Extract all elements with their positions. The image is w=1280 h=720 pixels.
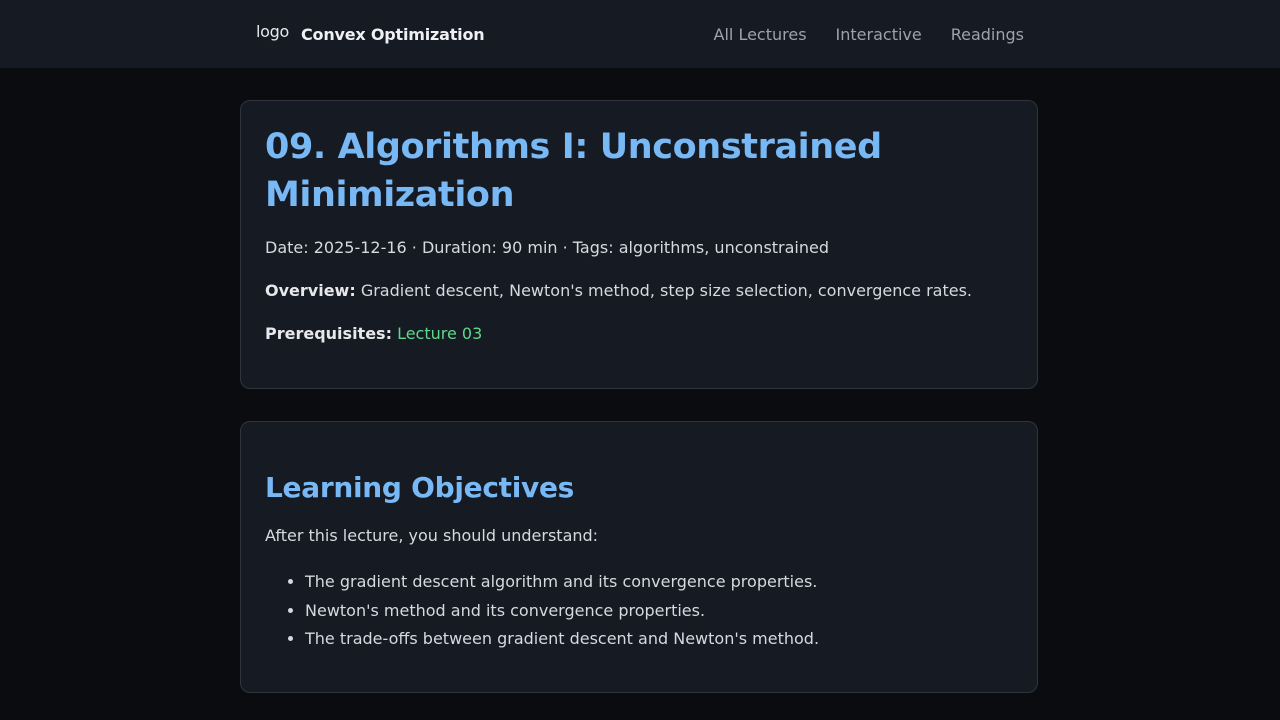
brand[interactable]: logo Convex Optimization: [256, 16, 485, 52]
section-heading: Learning Objectives: [265, 471, 575, 504]
logo-image-alt[interactable]: logo: [256, 22, 289, 41]
list-item: The trade-offs between gradient descent …: [305, 625, 819, 654]
list-item: The gradient descent algorithm and its c…: [305, 568, 819, 597]
nav-interactive[interactable]: Interactive: [836, 25, 922, 44]
lecture-overview: Overview: Gradient descent, Newton's met…: [265, 281, 972, 300]
list-item: Newton's method and its convergence prop…: [305, 597, 819, 626]
top-navbar: logo Convex Optimization All Lectures In…: [0, 0, 1280, 68]
objectives-intro: After this lecture, you should understan…: [265, 526, 599, 545]
site-title[interactable]: Convex Optimization: [301, 25, 485, 44]
prerequisites-label: Prerequisites:: [265, 324, 392, 343]
overview-text: Gradient descent, Newton's method, step …: [360, 281, 972, 300]
nav-all-lectures[interactable]: All Lectures: [714, 25, 807, 44]
learning-objectives-card: Learning Objectives After this lecture, …: [240, 421, 1038, 693]
lecture-prerequisites: Prerequisites: Lecture 03: [265, 324, 482, 343]
lecture-meta: Date: 2025-12-16 · Duration: 90 min · Ta…: [265, 238, 830, 257]
main-nav: All Lectures Interactive Readings: [685, 0, 1024, 68]
prerequisite-link-lecture-03[interactable]: Lecture 03: [397, 324, 482, 343]
nav-readings[interactable]: Readings: [951, 25, 1024, 44]
overview-label: Overview:: [265, 281, 356, 300]
objectives-list: The gradient descent algorithm and its c…: [265, 568, 819, 654]
lecture-title: 09. Algorithms I: Unconstrained Minimiza…: [265, 127, 882, 215]
lecture-header-card: 09. Algorithms I: Unconstrained Minimiza…: [240, 100, 1038, 389]
